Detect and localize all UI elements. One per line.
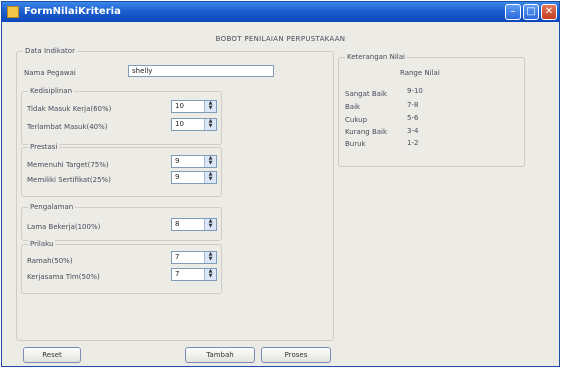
memiliki-sertifikat-spinner[interactable]: 9 ▲ ▼: [171, 171, 217, 184]
reset-button[interactable]: Reset: [23, 347, 81, 363]
ramah-label: Ramah(50%): [27, 257, 73, 265]
lama-bekerja-value: 8: [175, 220, 180, 228]
nilai-label: Sangat Baik: [345, 90, 387, 98]
title-bar[interactable]: FormNilaiKriteria – □ ✕: [2, 2, 559, 22]
nilai-label: Baik: [345, 103, 361, 111]
prestasi-legend: Prestasi: [28, 143, 60, 151]
tambah-button[interactable]: Tambah: [185, 347, 255, 363]
spinner-arrows-icon[interactable]: ▲ ▼: [204, 269, 216, 280]
kerjasama-tim-label: Kerjasama Tim(50%): [27, 273, 100, 281]
nilai-range: 9-10: [407, 87, 423, 95]
nilai-range: 5-6: [407, 114, 419, 122]
lama-bekerja-spinner[interactable]: 8 ▲ ▼: [171, 218, 217, 231]
form-nilai-kriteria-window: FormNilaiKriteria – □ ✕ BOBOT PENILAIAN …: [1, 1, 560, 367]
nilai-range: 7-8: [407, 101, 419, 109]
range-nilai-header: Range Nilai: [400, 69, 440, 77]
keterangan-nilai-legend: Keterangan Nilai: [345, 53, 407, 61]
nilai-label: Kurang Baik: [345, 128, 388, 136]
terlambat-label: Terlambat Masuk(40%): [27, 123, 108, 131]
ramah-spinner[interactable]: 7 ▲ ▼: [171, 251, 217, 264]
window-title: FormNilaiKriteria: [24, 6, 121, 17]
proses-button[interactable]: Proses: [261, 347, 331, 363]
spinner-arrows-icon[interactable]: ▲ ▼: [204, 119, 216, 130]
close-button[interactable]: ✕: [541, 4, 557, 20]
kerjasama-tim-value: 7: [175, 270, 180, 278]
close-icon: ✕: [544, 6, 554, 17]
kerjasama-tim-spinner[interactable]: 7 ▲ ▼: [171, 268, 217, 281]
minimize-button[interactable]: –: [505, 4, 521, 20]
app-icon: [7, 6, 19, 18]
terlambat-value: 10: [175, 120, 184, 128]
tidak-masuk-value: 10: [175, 102, 184, 110]
spinner-arrows-icon[interactable]: ▲ ▼: [204, 101, 216, 112]
spinner-arrows-icon[interactable]: ▲ ▼: [204, 252, 216, 263]
nama-pegawai-input[interactable]: shelly: [128, 65, 274, 77]
page-heading: BOBOT PENILAIAN PERPUSTAKAAN: [215, 35, 346, 43]
tidak-masuk-label: Tidak Masuk Kerja(60%): [27, 105, 112, 113]
minimize-icon: –: [510, 6, 516, 17]
maximize-icon: □: [526, 6, 536, 17]
memiliki-sertifikat-value: 9: [175, 173, 180, 181]
kedisiplinan-legend: Kedisiplinan: [28, 87, 75, 95]
lama-bekerja-label: Lama Bekerja(100%): [27, 223, 101, 231]
spinner-arrows-icon[interactable]: ▲ ▼: [204, 156, 216, 167]
terlambat-spinner[interactable]: 10 ▲ ▼: [171, 118, 217, 131]
memenuhi-target-spinner[interactable]: 9 ▲ ▼: [171, 155, 217, 168]
nilai-range: 1-2: [407, 139, 419, 147]
nilai-label: Cukup: [345, 116, 368, 124]
spinner-arrows-icon[interactable]: ▲ ▼: [204, 172, 216, 183]
memenuhi-target-value: 9: [175, 157, 180, 165]
nilai-label: Buruk: [345, 140, 366, 148]
nilai-range: 3-4: [407, 127, 419, 135]
spinner-arrows-icon[interactable]: ▲ ▼: [204, 219, 216, 230]
ramah-value: 7: [175, 253, 180, 261]
maximize-button[interactable]: □: [523, 4, 539, 20]
pengalaman-legend: Pengalaman: [28, 203, 76, 211]
data-indikator-legend: Data Indikator: [23, 47, 77, 55]
prilaku-legend: Prilaku: [28, 240, 56, 248]
memiliki-sertifikat-label: Memiliki Sertifikat(25%): [27, 176, 111, 184]
nama-pegawai-label: Nama Pegawai: [24, 69, 76, 77]
memenuhi-target-label: Memenuhi Target(75%): [27, 161, 109, 169]
tidak-masuk-spinner[interactable]: 10 ▲ ▼: [171, 100, 217, 113]
